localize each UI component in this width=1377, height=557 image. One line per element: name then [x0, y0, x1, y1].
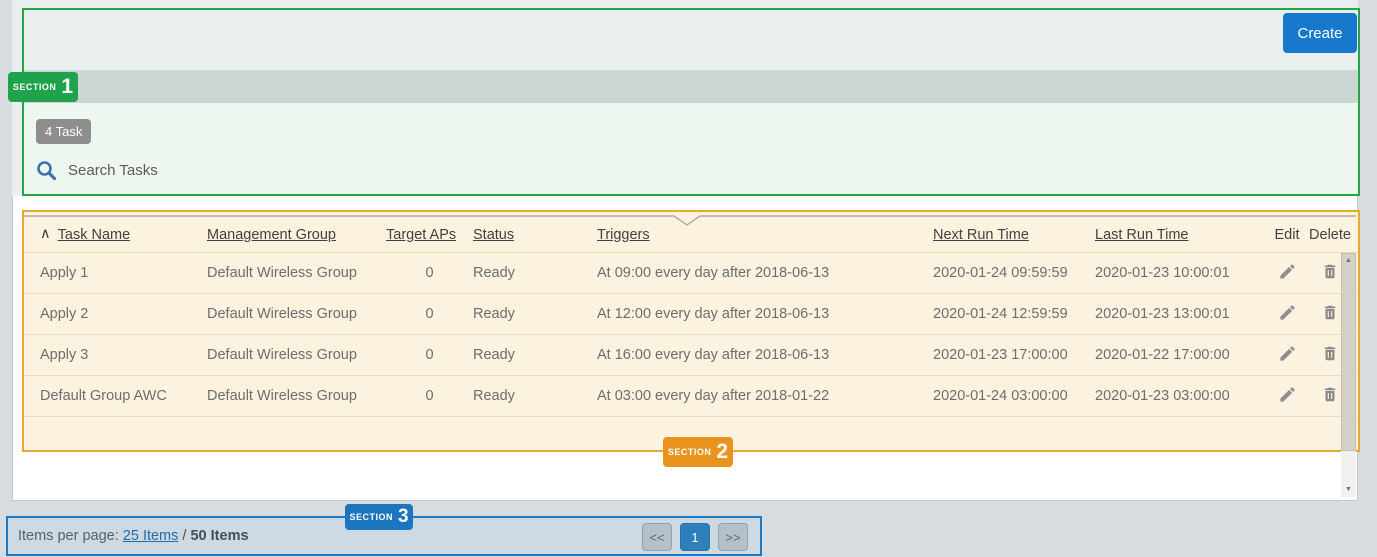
table-row: Apply 2 Default Wireless Group 0 Ready A… — [24, 294, 1358, 335]
cell-management-group: Default Wireless Group — [207, 388, 386, 404]
cell-status: Ready — [473, 347, 597, 363]
section-1-annotation: SECTION 1 — [8, 72, 78, 102]
edit-pencil-icon[interactable] — [1278, 262, 1297, 281]
task-table-section: ∧ Task Name Management Group Target APs S… — [22, 210, 1360, 452]
search-tasks-field[interactable] — [36, 160, 388, 181]
section-3-number: 3 — [398, 506, 409, 528]
cell-last-run-time: 2020-01-23 13:00:01 — [1095, 306, 1267, 322]
section-1-number: 1 — [61, 75, 73, 99]
previous-page-button[interactable]: << — [642, 523, 672, 551]
delete-trash-icon[interactable] — [1321, 303, 1339, 322]
header-triggers[interactable]: Triggers — [597, 227, 650, 243]
section-2-annotation: SECTION 2 — [663, 437, 733, 467]
cell-triggers: At 12:00 every day after 2018-06-13 — [597, 306, 933, 322]
cell-task-name: Default Group AWC — [40, 388, 207, 404]
task-count-badge: 4 Task — [36, 119, 91, 144]
pagination-separator: / — [182, 528, 186, 544]
cell-status: Ready — [473, 388, 597, 404]
cell-target-aps: 0 — [386, 265, 473, 281]
header-last-run-time[interactable]: Last Run Time — [1095, 227, 1189, 243]
cell-status: Ready — [473, 265, 597, 281]
create-button[interactable]: Create — [1283, 13, 1357, 53]
cell-target-aps: 0 — [386, 306, 473, 322]
pager-controls: << 1 >> — [642, 523, 756, 551]
scroll-up-icon[interactable]: ▲ — [1341, 256, 1356, 266]
header-edit: Edit — [1275, 227, 1300, 243]
section-3-label: SECTION — [349, 512, 393, 522]
cell-triggers: At 09:00 every day after 2018-06-13 — [597, 265, 933, 281]
cell-next-run-time: 2020-01-24 09:59:59 — [933, 265, 1095, 281]
scrollbar-thumb[interactable] — [1341, 253, 1356, 451]
cell-status: Ready — [473, 306, 597, 322]
delete-trash-icon[interactable] — [1321, 262, 1339, 281]
cell-next-run-time: 2020-01-24 03:00:00 — [933, 388, 1095, 404]
total-items-label: 50 Items — [190, 528, 248, 544]
section-3-annotation: SECTION 3 — [345, 504, 413, 530]
edit-pencil-icon[interactable] — [1278, 344, 1297, 363]
items-per-page-group: Items per page: 25 Items / 50 Items — [18, 528, 249, 544]
cell-task-name: Apply 3 — [40, 347, 207, 363]
next-page-button[interactable]: >> — [718, 523, 748, 551]
search-icon — [36, 160, 57, 181]
cell-task-name: Apply 1 — [40, 265, 207, 281]
edit-pencil-icon[interactable] — [1278, 385, 1297, 404]
vertical-scrollbar[interactable]: ▲ ▼ — [1341, 253, 1356, 497]
edit-pencil-icon[interactable] — [1278, 303, 1297, 322]
cell-triggers: At 16:00 every day after 2018-06-13 — [597, 347, 933, 363]
search-input[interactable] — [68, 162, 388, 179]
cell-management-group: Default Wireless Group — [207, 306, 386, 322]
table-row: Apply 1 Default Wireless Group 0 Ready A… — [24, 253, 1358, 294]
delete-trash-icon[interactable] — [1321, 344, 1339, 363]
table-row: Default Group AWC Default Wireless Group… — [24, 376, 1358, 417]
cell-last-run-time: 2020-01-23 10:00:01 — [1095, 265, 1267, 281]
current-page-button[interactable]: 1 — [680, 523, 710, 551]
cell-target-aps: 0 — [386, 388, 473, 404]
table-header-row: ∧ Task Name Management Group Target APs S… — [24, 217, 1358, 253]
items-per-page-label: Items per page: — [18, 528, 119, 544]
section-2-label: SECTION — [668, 447, 712, 457]
cell-triggers: At 03:00 every day after 2018-01-22 — [597, 388, 933, 404]
cell-target-aps: 0 — [386, 347, 473, 363]
cell-management-group: Default Wireless Group — [207, 265, 386, 281]
cell-last-run-time: 2020-01-22 17:00:00 — [1095, 347, 1267, 363]
cell-last-run-time: 2020-01-23 03:00:00 — [1095, 388, 1267, 404]
page-size-link[interactable]: 25 Items — [123, 528, 179, 544]
sort-ascending-icon[interactable]: ∧ — [40, 226, 51, 242]
header-next-run-time[interactable]: Next Run Time — [933, 227, 1029, 243]
header-status[interactable]: Status — [473, 227, 514, 243]
section-1-label: SECTION — [13, 82, 57, 92]
header-management-group[interactable]: Management Group — [207, 227, 336, 243]
section-2-number: 2 — [716, 440, 728, 464]
scroll-down-icon[interactable]: ▼ — [1341, 485, 1356, 495]
cell-next-run-time: 2020-01-24 12:59:59 — [933, 306, 1095, 322]
header-task-name[interactable]: Task Name — [58, 227, 131, 243]
cell-task-name: Apply 2 — [40, 306, 207, 322]
table-body: Apply 1 Default Wireless Group 0 Ready A… — [24, 252, 1358, 417]
table-row: Apply 3 Default Wireless Group 0 Ready A… — [24, 335, 1358, 376]
header-delete: Delete — [1309, 227, 1351, 243]
header-target-aps[interactable]: Target APs — [386, 227, 456, 243]
cell-management-group: Default Wireless Group — [207, 347, 386, 363]
delete-trash-icon[interactable] — [1321, 385, 1339, 404]
collapsed-panel-strip[interactable] — [24, 70, 1358, 103]
cell-next-run-time: 2020-01-23 17:00:00 — [933, 347, 1095, 363]
